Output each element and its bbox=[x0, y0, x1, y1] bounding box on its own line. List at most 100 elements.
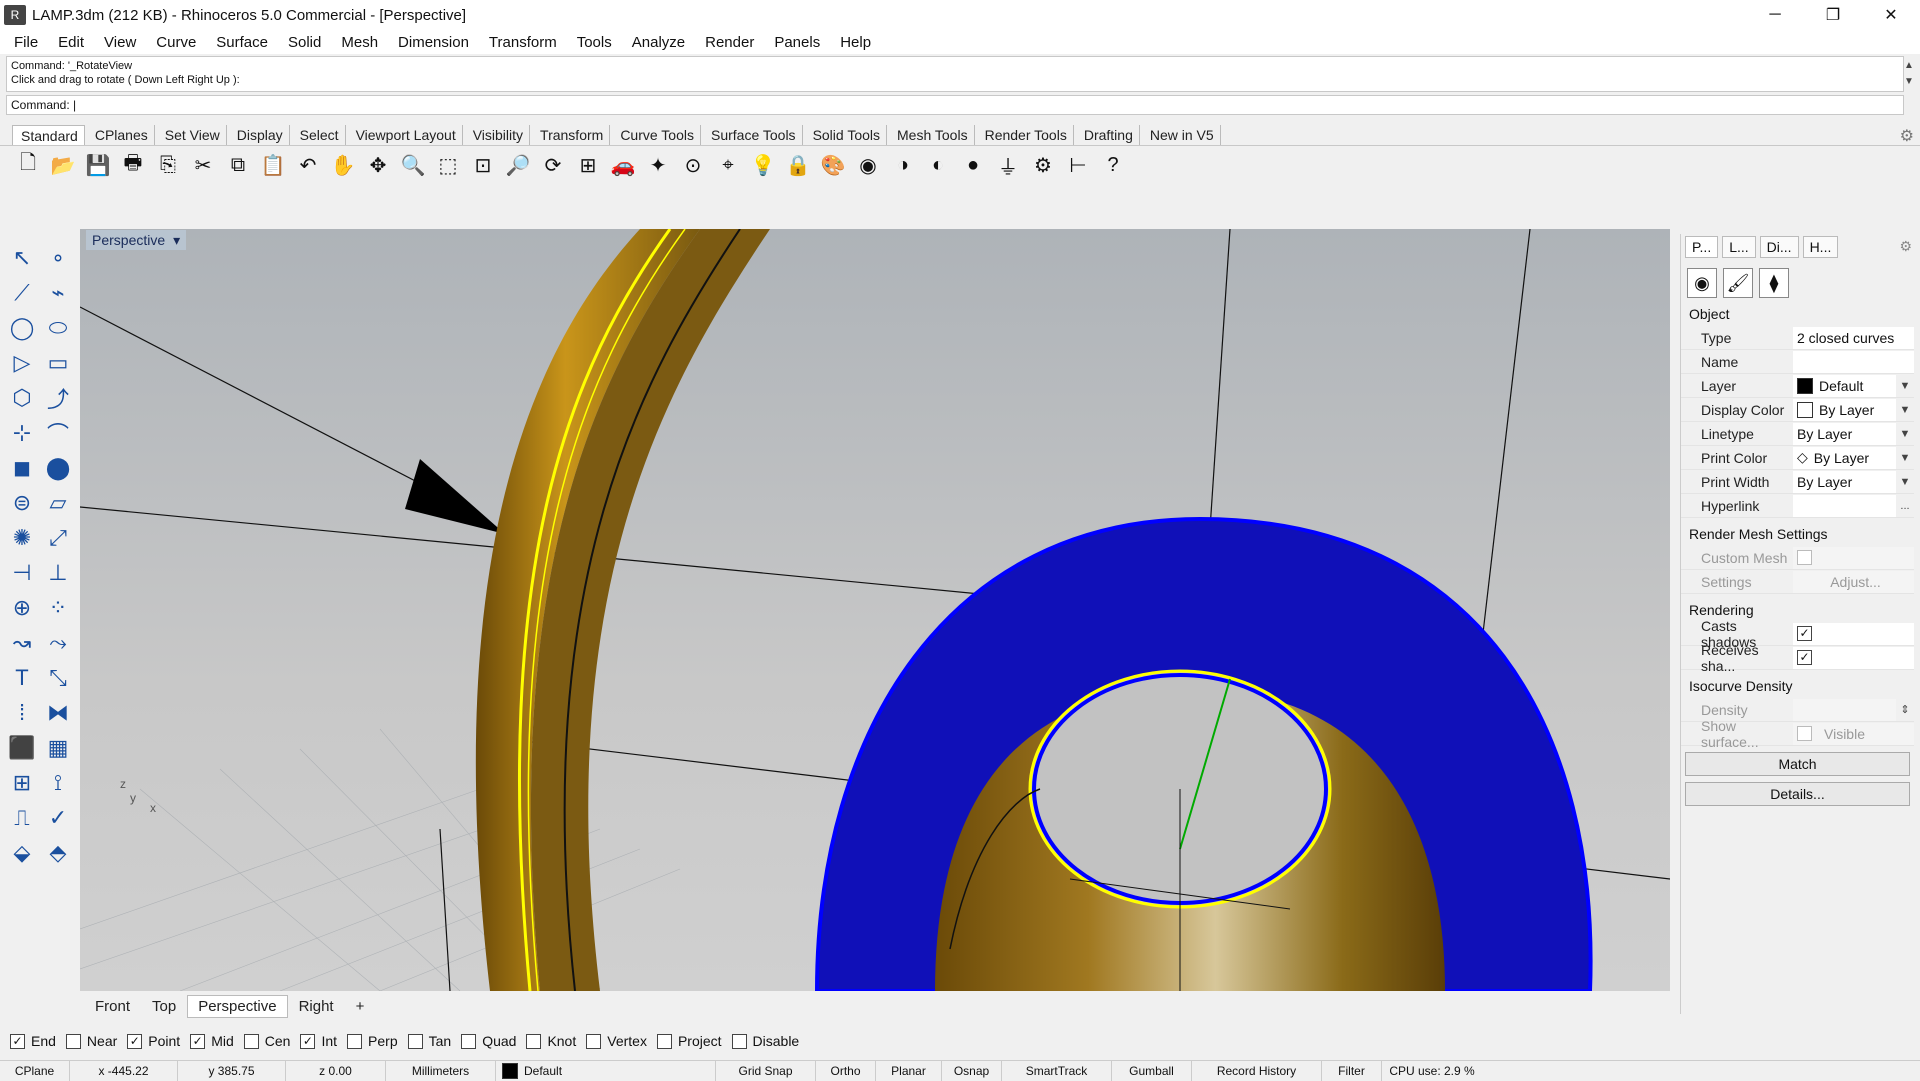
circle-icon[interactable]: ◯ bbox=[4, 310, 40, 345]
lock-icon[interactable]: 🔒 bbox=[784, 151, 812, 179]
shaded-icon[interactable]: ◐ bbox=[924, 151, 952, 179]
open-icon[interactable]: 📂 bbox=[49, 151, 77, 179]
osnap-mid[interactable]: ✓ Mid bbox=[190, 1033, 234, 1049]
tab-transform[interactable]: Transform bbox=[532, 125, 611, 145]
menu-render[interactable]: Render bbox=[695, 34, 764, 51]
osnap-checkbox[interactable] bbox=[407, 1033, 423, 1049]
osnap-near[interactable]: Near bbox=[65, 1033, 117, 1049]
osnap-checkbox[interactable]: ✓ bbox=[190, 1033, 206, 1049]
car-icon[interactable]: 🚗 bbox=[609, 151, 637, 179]
panel-gear-icon[interactable]: ⚙ bbox=[1899, 238, 1912, 255]
tab-top[interactable]: Top bbox=[141, 995, 187, 1018]
tab-properties[interactable]: P... bbox=[1685, 236, 1719, 258]
menu-analyze[interactable]: Analyze bbox=[622, 34, 695, 51]
import-icon[interactable]: ⎘ bbox=[154, 151, 182, 179]
boolean-icon[interactable]: ⬤ bbox=[40, 450, 76, 485]
snap-icon[interactable]: ⌖ bbox=[714, 151, 742, 179]
curve-tools-icon[interactable]: ↝ bbox=[4, 625, 40, 660]
name-field[interactable] bbox=[1793, 350, 1914, 373]
osnap-checkbox[interactable] bbox=[243, 1033, 259, 1049]
print-color-dropdown[interactable]: ◇ By Layer bbox=[1793, 446, 1896, 469]
osnap-point[interactable]: ✓ Point bbox=[127, 1033, 180, 1049]
viewport-title[interactable]: Perspective ▾ bbox=[86, 230, 187, 250]
select-icon[interactable]: ↖ bbox=[4, 240, 40, 275]
osnap-tan[interactable]: Tan bbox=[407, 1033, 451, 1049]
menu-tools[interactable]: Tools bbox=[567, 34, 622, 51]
menu-view[interactable]: View bbox=[94, 34, 146, 51]
display-color-dropdown[interactable]: By Layer bbox=[1793, 398, 1896, 421]
tab-front[interactable]: Front bbox=[84, 995, 141, 1018]
deform-icon[interactable]: ⧓ bbox=[40, 695, 76, 730]
osnap-checkbox[interactable]: ✓ bbox=[127, 1033, 143, 1049]
chevron-down-icon[interactable]: ▼ bbox=[1896, 452, 1914, 464]
command-input[interactable]: Command: | bbox=[6, 95, 1904, 115]
gear-icon[interactable]: ⚙ bbox=[1900, 126, 1914, 146]
cut-icon[interactable]: ✂ bbox=[189, 151, 217, 179]
dimension-icon[interactable]: ⟟ bbox=[40, 765, 76, 800]
undo-icon[interactable]: ↶ bbox=[294, 151, 322, 179]
gumball-toggle[interactable]: Gumball bbox=[1112, 1060, 1192, 1081]
cplane-icon[interactable]: ⊙ bbox=[679, 151, 707, 179]
array-icon[interactable]: ⁞ bbox=[4, 695, 40, 730]
cage-icon[interactable]: ⎍ bbox=[4, 800, 40, 835]
close-button[interactable]: ✕ bbox=[1862, 0, 1920, 30]
tab-viewport-layout[interactable]: Viewport Layout bbox=[348, 125, 463, 145]
tab-drafting[interactable]: Drafting bbox=[1076, 125, 1140, 145]
menu-surface[interactable]: Surface bbox=[206, 34, 278, 51]
chevron-down-icon[interactable]: ▼ bbox=[1896, 428, 1914, 440]
osnap-vertex[interactable]: Vertex bbox=[586, 1033, 647, 1049]
menu-mesh[interactable]: Mesh bbox=[331, 34, 388, 51]
menu-dimension[interactable]: Dimension bbox=[388, 34, 479, 51]
curve-edit-icon[interactable]: ⌁ bbox=[40, 275, 76, 310]
gear-tools-icon[interactable]: ⚙ bbox=[1029, 151, 1057, 179]
tab-cplanes[interactable]: CPlanes bbox=[87, 125, 155, 145]
dimension-icon[interactable]: ⊢ bbox=[1064, 151, 1092, 179]
help-icon[interactable]: ? bbox=[1099, 151, 1127, 179]
tab-visibility[interactable]: Visibility bbox=[465, 125, 531, 145]
command-history[interactable]: Command: '_RotateView Click and drag to … bbox=[6, 56, 1904, 92]
texture-mapping-icon[interactable]: ⧫ bbox=[1759, 268, 1789, 298]
object-properties-icon[interactable]: ◉ bbox=[1687, 268, 1717, 298]
paste-icon[interactable]: 📋 bbox=[259, 151, 287, 179]
minimize-button[interactable]: ─ bbox=[1746, 0, 1804, 30]
osnap-checkbox[interactable] bbox=[586, 1033, 602, 1049]
polygon-icon[interactable]: ▷ bbox=[4, 345, 40, 380]
status-units[interactable]: Millimeters bbox=[386, 1060, 496, 1081]
surface-edit-icon[interactable]: ⌒ bbox=[40, 415, 76, 450]
osnap-checkbox[interactable]: ✓ bbox=[10, 1033, 25, 1049]
tab-render-tools[interactable]: Render Tools bbox=[977, 125, 1074, 145]
rebuild-icon[interactable]: ⤳ bbox=[40, 625, 76, 660]
filter-icon[interactable]: ⏚ bbox=[994, 151, 1022, 179]
move-icon[interactable]: ✥ bbox=[364, 151, 392, 179]
osnap-checkbox[interactable] bbox=[526, 1033, 542, 1049]
point-icon[interactable]: ∘ bbox=[40, 240, 76, 275]
viewport-layout-icon[interactable]: ⊞ bbox=[574, 151, 602, 179]
viewport-menu-arrow-icon[interactable]: ▾ bbox=[173, 232, 180, 249]
box-edit-icon[interactable]: ⬙ bbox=[4, 835, 40, 870]
fillet-icon[interactable]: ⤴ bbox=[40, 380, 76, 415]
zoom-extents-icon[interactable]: ⊡ bbox=[469, 151, 497, 179]
smarttrack-toggle[interactable]: SmartTrack bbox=[1002, 1060, 1112, 1081]
hatch-icon[interactable]: ▦ bbox=[40, 730, 76, 765]
menu-curve[interactable]: Curve bbox=[146, 34, 206, 51]
details-button[interactable]: Details... bbox=[1685, 782, 1910, 806]
receives-shadows-checkbox[interactable]: ✓ bbox=[1797, 650, 1812, 665]
hexagon-icon[interactable]: ⬡ bbox=[4, 380, 40, 415]
osnap-checkbox[interactable] bbox=[347, 1033, 363, 1049]
hyperlink-field[interactable] bbox=[1793, 494, 1896, 517]
tab-surface-tools[interactable]: Surface Tools bbox=[703, 125, 803, 145]
menu-file[interactable]: File bbox=[4, 34, 48, 51]
grid-snap-toggle[interactable]: Grid Snap bbox=[716, 1060, 816, 1081]
tab-display-panel[interactable]: Di... bbox=[1759, 236, 1799, 258]
osnap-quad[interactable]: Quad bbox=[461, 1033, 516, 1049]
hyperlink-browse-button[interactable]: ... bbox=[1896, 500, 1914, 512]
status-layer[interactable]: Default bbox=[496, 1060, 716, 1081]
tab-mesh-tools[interactable]: Mesh Tools bbox=[889, 125, 975, 145]
box-icon[interactable]: ◼ bbox=[4, 450, 40, 485]
rectangle-icon[interactable]: ▭ bbox=[40, 345, 76, 380]
osnap-knot[interactable]: Knot bbox=[526, 1033, 576, 1049]
extend-icon[interactable]: ⤢ bbox=[40, 520, 76, 555]
plane-icon[interactable]: ▱ bbox=[40, 485, 76, 520]
explode-icon[interactable]: ✺ bbox=[4, 520, 40, 555]
add-viewport-button[interactable]: + bbox=[345, 995, 376, 1018]
